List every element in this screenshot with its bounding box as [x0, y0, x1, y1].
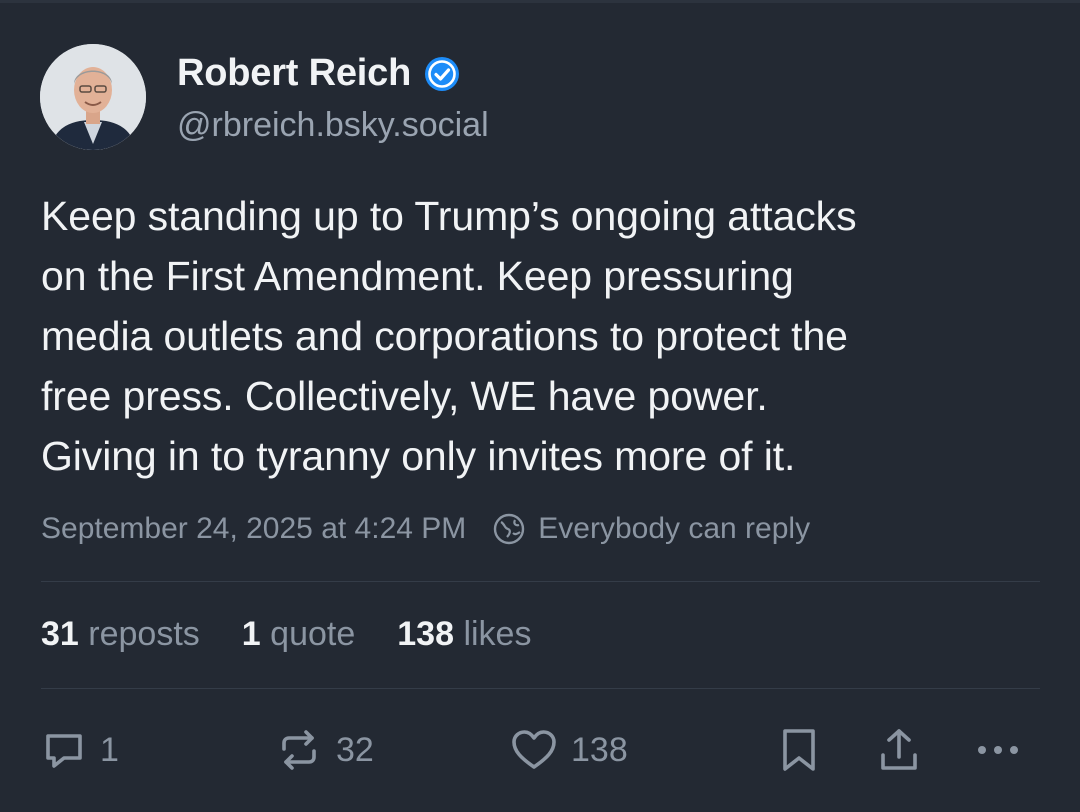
post-text-line: media outlets and corporations to protec… [41, 313, 848, 359]
post-text-line: free press. Collectively, WE have power. [41, 373, 768, 419]
reply-count: 1 [100, 730, 119, 769]
reposts-stat[interactable]: 31 reposts [41, 615, 200, 654]
post-text-line: Giving in to tyranny only invites more o… [41, 433, 796, 479]
repost-button[interactable]: 32 [274, 722, 374, 778]
repost-count: 32 [336, 730, 374, 769]
likes-stat[interactable]: 138 likes [397, 615, 531, 654]
bookmark-icon [783, 729, 815, 771]
share-button[interactable] [876, 722, 922, 778]
bookmark-button[interactable] [776, 722, 822, 778]
avatar-image [40, 44, 146, 150]
like-button[interactable]: 138 [509, 722, 628, 778]
author-name-row[interactable]: Robert Reich [177, 52, 461, 95]
reply-button[interactable]: 1 [40, 722, 119, 778]
reply-icon [46, 734, 82, 768]
author-handle[interactable]: @rbreich.bsky.social [177, 106, 489, 145]
likes-count: 138 [397, 615, 454, 653]
globe-icon [494, 513, 525, 545]
reply-setting[interactable]: Everybody can reply [538, 512, 810, 546]
likes-label: likes [463, 615, 532, 653]
quotes-label: quote [270, 615, 356, 653]
share-icon [881, 729, 917, 770]
divider [41, 688, 1040, 689]
author-name[interactable]: Robert Reich [177, 52, 411, 95]
post-text-line: Keep standing up to Trump’s ongoing atta… [41, 193, 857, 239]
post-text-line: on the First Amendment. Keep pressuring [41, 253, 794, 299]
reposts-count: 31 [41, 615, 79, 653]
post-meta: September 24, 2025 at 4:24 PM Everybody … [41, 512, 810, 546]
quotes-count: 1 [241, 615, 261, 653]
top-border [0, 0, 1080, 3]
action-bar: 1 32 138 [0, 722, 1080, 782]
engagement-stats: 31 reposts 1 quote 138 likes [41, 615, 573, 654]
divider [41, 581, 1040, 582]
more-options-button[interactable] [972, 722, 1024, 778]
post-timestamp[interactable]: September 24, 2025 at 4:24 PM [41, 512, 466, 546]
reposts-label: reposts [88, 615, 200, 653]
quotes-stat[interactable]: 1 quote [242, 615, 355, 654]
post-text: Keep standing up to Trump’s ongoing atta… [41, 186, 1051, 486]
like-count: 138 [571, 730, 628, 769]
avatar[interactable] [40, 44, 146, 150]
repost-icon [282, 730, 316, 770]
more-options-icon [978, 746, 1018, 754]
heart-icon [512, 730, 556, 769]
verified-check-icon [425, 56, 460, 91]
